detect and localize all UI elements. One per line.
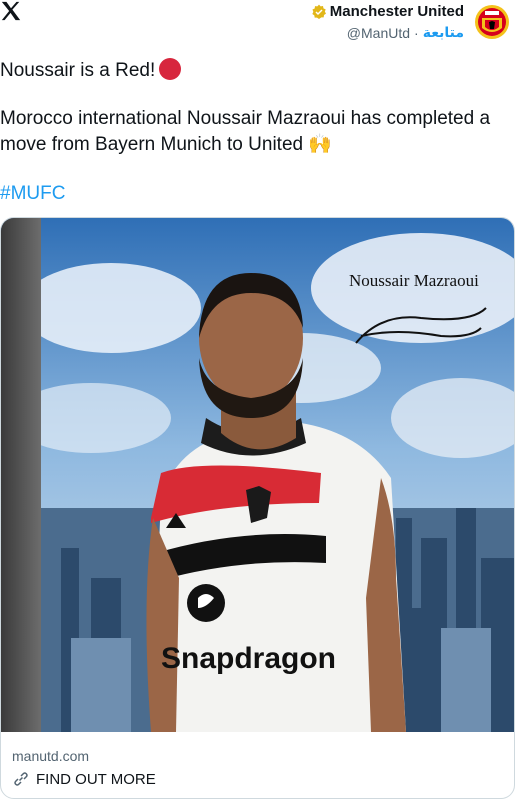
signature-name: Noussair Mazraoui (349, 271, 479, 290)
follow-button[interactable]: متابعة (423, 24, 464, 41)
handle-row: @ManUtd · متابعة (347, 24, 464, 41)
separator: · (414, 24, 419, 41)
shirt-sponsor: Snapdragon (161, 642, 336, 675)
account-info: Manchester United @ManUtd · متابعة (311, 2, 464, 41)
hashtag-link[interactable]: #MUFC (0, 183, 65, 205)
account-name-row[interactable]: Manchester United (311, 3, 464, 20)
link-card[interactable]: Snapdragon Noussair Mazraoui manutd.com … (0, 217, 515, 799)
x-logo-icon[interactable] (0, 0, 22, 22)
tweet-line-1-text: Noussair is a Red! (0, 60, 156, 81)
account-name[interactable]: Manchester United (330, 3, 464, 20)
club-crest-icon[interactable] (472, 2, 512, 42)
red-circle-emoji (159, 58, 182, 80)
verified-badge-icon (312, 4, 326, 19)
card-footer[interactable]: manutd.com FIND OUT MORE (1, 732, 514, 798)
card-domain: manutd.com (12, 748, 90, 764)
tweet-line-2: Morocco international Noussair Mazraoui … (0, 108, 491, 155)
link-icon (14, 772, 28, 786)
tweet-line-1: Noussair is a Red! (0, 58, 182, 82)
handle[interactable]: @ManUtd (347, 25, 410, 41)
find-out-more-link[interactable]: FIND OUT MORE (12, 770, 156, 788)
find-out-more-label[interactable]: FIND OUT MORE (36, 771, 156, 788)
player-photo[interactable]: Snapdragon Noussair Mazraoui (1, 218, 514, 732)
tweet-header: Manchester United @ManUtd · متابعة (311, 2, 512, 42)
